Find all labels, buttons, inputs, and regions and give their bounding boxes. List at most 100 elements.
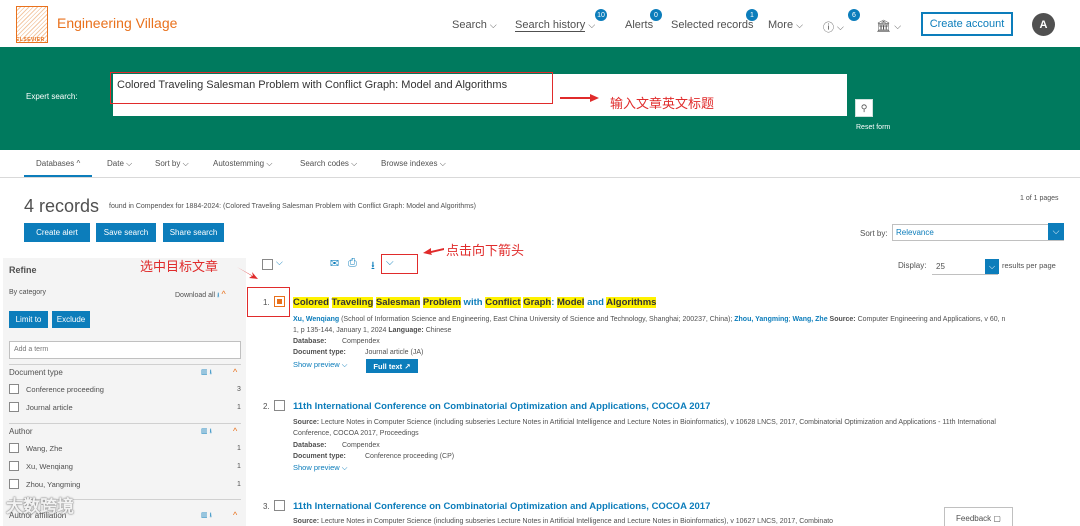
doctype-label-text: Document type: xyxy=(293,349,346,356)
download-all-label: Download all xyxy=(175,292,216,299)
title-word: and xyxy=(584,297,607,308)
limit-to-button[interactable]: Limit to xyxy=(9,311,48,328)
share-search-button[interactable]: Share search xyxy=(163,223,224,242)
annotation-input-title: 输入文章英文标题 xyxy=(610,96,715,111)
full-text-label: Full text xyxy=(373,361,403,371)
feedback-button[interactable]: Feedback ▢ xyxy=(944,507,1013,526)
sort-label: Sort by: xyxy=(860,229,888,238)
chevron-up-icon[interactable]: ^ xyxy=(233,367,237,377)
nav-selected-records-label: Selected records xyxy=(671,19,754,31)
create-alert-button[interactable]: Create alert xyxy=(24,223,90,242)
title-word: Conflict xyxy=(485,297,521,308)
create-account-button[interactable]: Create account xyxy=(921,12,1013,36)
facet-chart-icon[interactable]: ▥ ⭳ xyxy=(201,427,212,438)
author-link[interactable]: Zhou, Yangming xyxy=(734,316,788,323)
chevron-down-icon[interactable]: ⌵ xyxy=(1048,223,1064,240)
add-term-input[interactable]: Add a term xyxy=(9,341,241,359)
nav-alerts-label: Alerts xyxy=(625,19,654,31)
result-checkbox[interactable] xyxy=(274,400,285,411)
result-title[interactable]: 11th International Conference on Combina… xyxy=(293,501,710,512)
nav-selected-records[interactable]: Selected records 1 xyxy=(671,9,758,31)
nav-help[interactable]: ⓘ ⌵ 6 xyxy=(823,9,860,35)
filter-browse-indexes[interactable]: Browse indexes ⌵ xyxy=(381,159,446,169)
annotation-arrow-icon xyxy=(423,248,444,255)
title-word: Model xyxy=(557,297,585,308)
avatar[interactable]: A xyxy=(1032,13,1055,36)
nav-institution[interactable]: 🏛 ⌵ xyxy=(876,19,901,33)
show-preview-label: Show preview xyxy=(293,463,340,472)
page-count: 1 of 1 pages xyxy=(1020,195,1059,202)
facet-checkbox[interactable] xyxy=(9,402,19,412)
filter-date-label: Date xyxy=(107,159,124,168)
result-title[interactable]: Colored Traveling Salesman Problem with … xyxy=(293,297,657,308)
database-label-text: Database: xyxy=(293,442,327,449)
result-checkbox[interactable] xyxy=(274,500,285,511)
facet-checkbox[interactable] xyxy=(9,461,19,471)
chevron-down-icon: ⌵ xyxy=(489,19,497,30)
show-preview-label: Show preview xyxy=(293,360,340,369)
result-citation: Source: Lecture Notes in Computer Scienc… xyxy=(293,516,943,526)
facet-chart-icon[interactable]: ▥ ⭳ xyxy=(201,368,212,379)
select-all-checkbox[interactable] xyxy=(262,259,273,270)
full-text-button[interactable]: Full text ↗ xyxy=(366,359,418,373)
filter-databases[interactable]: Databases ^ xyxy=(36,159,80,168)
chevron-up-icon[interactable]: ^ xyxy=(233,510,237,520)
facet-checkbox[interactable] xyxy=(9,384,19,394)
nav-search-history-label: Search history xyxy=(515,19,586,32)
feedback-label: Feedback xyxy=(956,513,992,523)
chevron-down-icon[interactable]: ⌵ xyxy=(276,257,283,268)
title-word: Colored xyxy=(293,297,329,308)
annotation-select-article: 选中目标文章 xyxy=(140,259,219,274)
download-icon[interactable]: ⭳ xyxy=(371,257,375,276)
chevron-down-icon: ⌵ xyxy=(588,20,596,30)
nav-alerts[interactable]: Alerts 0 xyxy=(625,9,662,31)
show-preview-link[interactable]: Show preview ⌵ xyxy=(293,360,347,370)
chevron-down-icon: ⌵ xyxy=(351,159,358,168)
search-button[interactable]: ⚲ xyxy=(855,99,873,117)
nav-search-history[interactable]: Search history ⌵ 10 xyxy=(515,9,607,32)
chevron-down-icon: ⌵ xyxy=(837,21,844,32)
filter-date[interactable]: Date ⌵ xyxy=(107,159,132,169)
brand-name[interactable]: Engineering Village xyxy=(57,15,177,31)
nav-search[interactable]: Search ⌵ xyxy=(452,19,497,31)
sort-value: Relevance xyxy=(896,228,934,237)
reset-form-link[interactable]: Reset form xyxy=(856,124,890,131)
author-link[interactable]: Wang, Zhe xyxy=(792,316,827,323)
title-word: Graph xyxy=(523,297,552,308)
nav-more-label: More xyxy=(768,19,794,31)
email-icon[interactable]: ✉ xyxy=(330,257,339,270)
show-preview-link[interactable]: Show preview ⌵ xyxy=(293,463,347,473)
filter-search-codes[interactable]: Search codes ⌵ xyxy=(300,159,357,169)
external-link-icon: ↗ xyxy=(404,361,411,371)
chevron-down-icon: ⌵ xyxy=(796,19,803,30)
chevron-down-icon: ⌵ xyxy=(341,463,348,472)
chevron-up-icon[interactable]: ^ xyxy=(233,426,237,436)
top-bar: ELSEVIER Engineering Village Search ⌵ Se… xyxy=(0,0,1080,47)
facet-checkbox[interactable] xyxy=(9,443,19,453)
nav-more[interactable]: More ⌵ xyxy=(768,19,803,31)
facet-journal-article: Journal article xyxy=(26,403,73,412)
source-label: Source: xyxy=(293,518,320,525)
exclude-button[interactable]: Exclude xyxy=(52,311,90,328)
author-link[interactable]: Xu, Wenqiang xyxy=(293,316,339,323)
filter-sort-by-label: Sort by xyxy=(155,159,181,168)
facet-count: 1 xyxy=(237,481,241,488)
download-icon: ⭳ xyxy=(217,292,220,299)
result-title[interactable]: 11th International Conference on Combina… xyxy=(293,401,710,412)
source-text: Lecture Notes in Computer Science (inclu… xyxy=(319,518,834,525)
search-banner: Expert search: Colored Traveling Salesma… xyxy=(0,47,1080,150)
print-icon[interactable]: ⎙ xyxy=(348,257,357,270)
elsevier-logo-text: ELSEVIER xyxy=(16,37,45,43)
chevron-down-icon: ⌵ xyxy=(894,20,902,31)
facet-chart-icon[interactable]: ▥ ⭳ xyxy=(201,511,212,522)
download-all-link[interactable]: Download all ⭳ ^ xyxy=(175,289,226,302)
filter-sort-by[interactable]: Sort by ⌵ xyxy=(155,159,189,169)
database-value: Compendex xyxy=(342,442,380,449)
save-search-button[interactable]: Save search xyxy=(96,223,156,242)
filter-autostemming[interactable]: Autostemming ⌵ xyxy=(213,159,272,169)
title-word: Problem xyxy=(422,297,461,308)
facet-author-heading: Author xyxy=(9,427,33,436)
source-label: Source: xyxy=(827,316,856,323)
chevron-down-icon[interactable]: ⌵ xyxy=(985,259,999,274)
facet-checkbox[interactable] xyxy=(9,479,19,489)
